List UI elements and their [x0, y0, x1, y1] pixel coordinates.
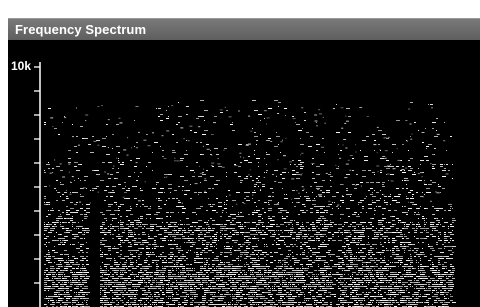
- window-title: Frequency Spectrum: [15, 22, 147, 37]
- y-tick-label-10k: 10k: [11, 59, 32, 73]
- window-titlebar[interactable]: Frequency Spectrum: [8, 18, 480, 40]
- spectrogram-noise: [44, 100, 456, 307]
- frequency-spectrum-window: Frequency Spectrum 10k: [8, 18, 480, 307]
- spectrogram-plot: 10k: [8, 40, 480, 307]
- y-axis-ticks: [34, 66, 40, 284]
- spectrogram-canvas: [34, 62, 456, 307]
